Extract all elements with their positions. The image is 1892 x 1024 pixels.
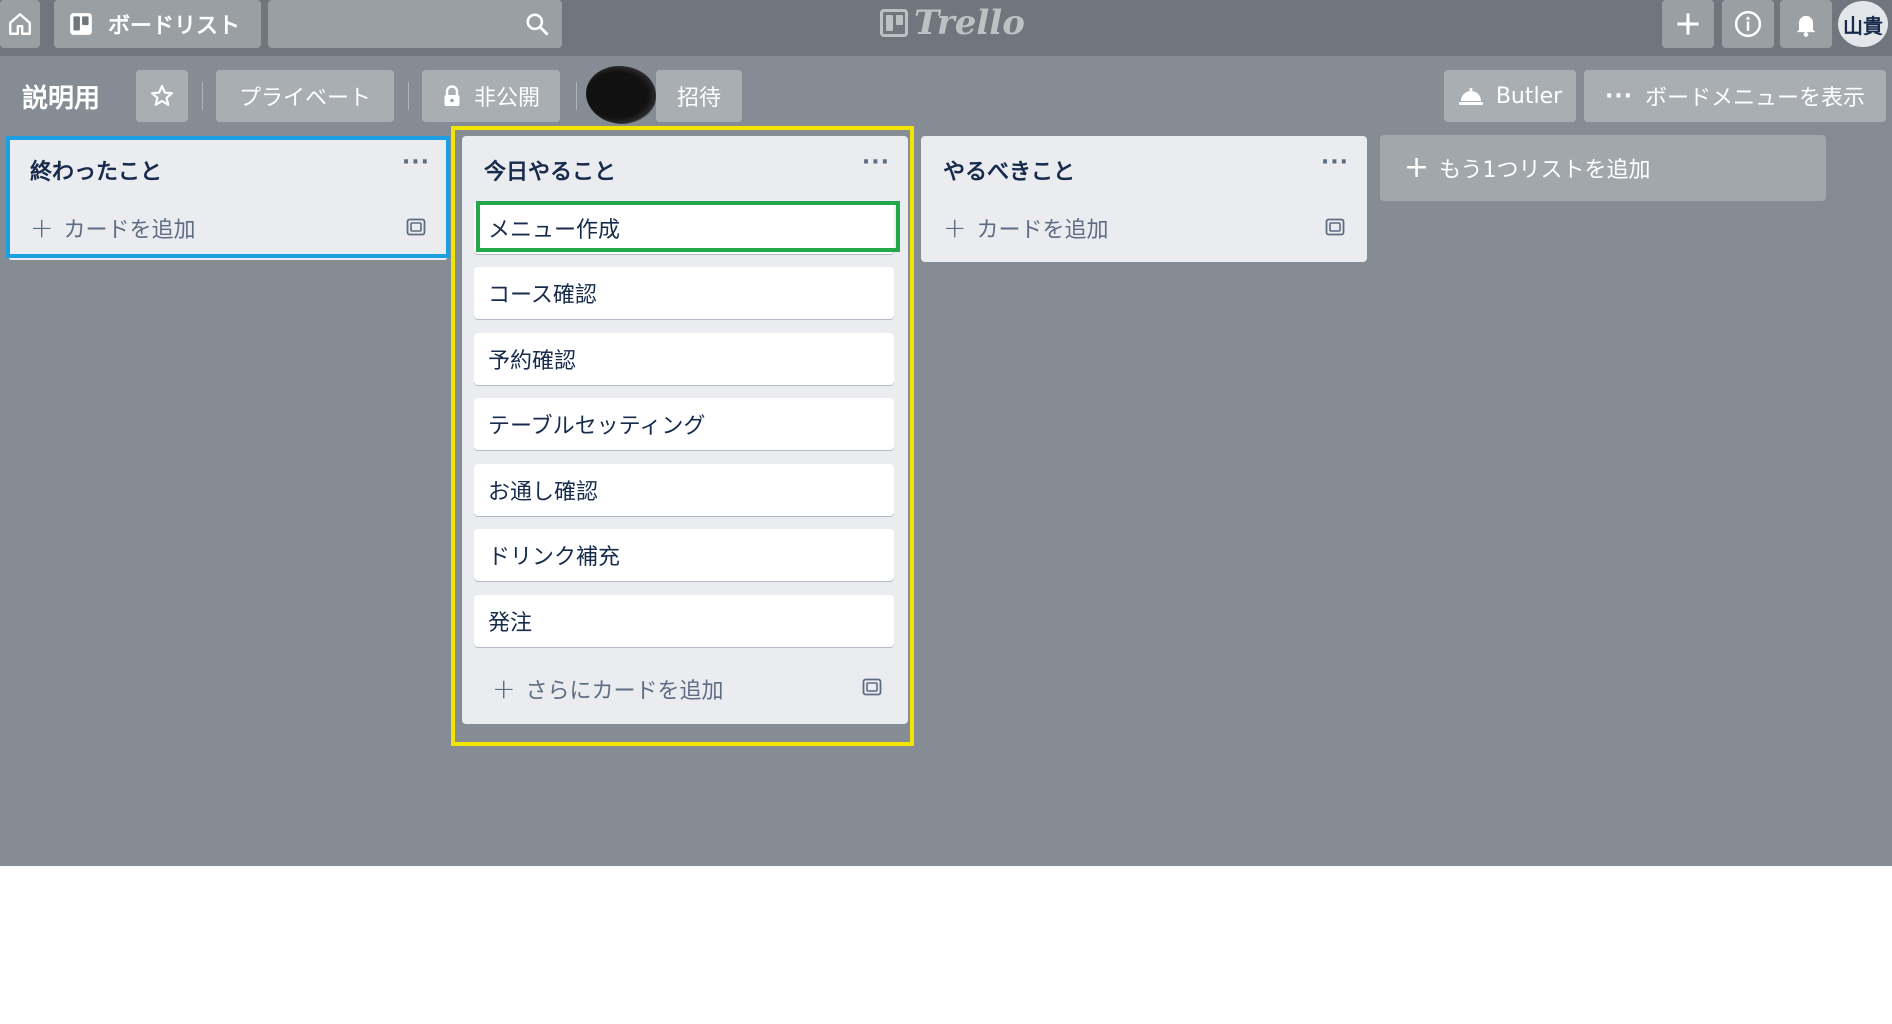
card-item[interactable]: テーブルセッティング bbox=[474, 398, 894, 450]
card-template-icon[interactable] bbox=[406, 218, 426, 236]
card-item[interactable]: ドリンク補充 bbox=[474, 529, 894, 581]
header-divider bbox=[408, 82, 409, 110]
card-template-icon[interactable] bbox=[862, 678, 882, 696]
card-item[interactable]: メニュー作成 bbox=[474, 202, 894, 254]
add-card-button[interactable]: + カードを追加 bbox=[943, 212, 1108, 244]
info-button[interactable] bbox=[1722, 0, 1774, 48]
visibility-label: 非公開 bbox=[473, 86, 540, 111]
list-title[interactable]: やるべきこと bbox=[943, 154, 1075, 186]
star-button[interactable] bbox=[136, 70, 188, 122]
visibility-button[interactable]: 非公開 bbox=[422, 70, 560, 122]
list-done[interactable]: 終わったこと ··· + カードを追加 bbox=[8, 136, 448, 260]
butler-bell-icon bbox=[1458, 88, 1483, 105]
trello-logo-text: Trello bbox=[914, 3, 1025, 43]
plus-icon: + bbox=[492, 672, 516, 705]
info-icon bbox=[1734, 10, 1762, 38]
list-todo[interactable]: やるべきこと ··· + カードを追加 bbox=[921, 136, 1367, 262]
search-input[interactable] bbox=[268, 0, 562, 48]
card-template-icon[interactable] bbox=[1325, 218, 1345, 236]
search-icon bbox=[526, 13, 549, 36]
card-item[interactable]: 予約確認 bbox=[474, 333, 894, 385]
header-divider bbox=[202, 82, 203, 110]
add-list-button[interactable]: + もう1つリストを追加 bbox=[1380, 135, 1826, 201]
star-icon bbox=[150, 84, 174, 106]
board-list-button[interactable]: ボードリスト bbox=[54, 0, 261, 48]
bell-icon bbox=[1796, 15, 1816, 37]
home-icon bbox=[9, 13, 31, 35]
add-card-label: さらにカードを追加 bbox=[525, 679, 724, 704]
butler-button[interactable]: Butler bbox=[1444, 70, 1576, 122]
list-menu-icon[interactable]: ··· bbox=[862, 150, 890, 175]
butler-label: Butler bbox=[1495, 83, 1563, 109]
plus-icon: + bbox=[943, 211, 967, 244]
invite-button[interactable]: 招待 bbox=[656, 70, 742, 122]
add-more-card-button[interactable]: + さらにカードを追加 bbox=[492, 673, 723, 705]
plus-icon: + bbox=[30, 211, 54, 244]
plus-icon bbox=[1677, 13, 1699, 35]
list-menu-icon[interactable]: ··· bbox=[1321, 150, 1349, 175]
show-menu-label: ボードメニューを表示 bbox=[1645, 86, 1866, 111]
create-button[interactable] bbox=[1662, 0, 1714, 48]
board-list-label: ボードリスト bbox=[108, 14, 241, 39]
trello-logo[interactable]: Trello bbox=[880, 0, 1025, 46]
home-button[interactable] bbox=[0, 0, 40, 48]
board-title[interactable]: 説明用 bbox=[22, 74, 100, 118]
lock-icon bbox=[444, 85, 460, 106]
add-list-label: もう1つリストを追加 bbox=[1439, 158, 1651, 183]
show-menu-button[interactable]: ··· ボードメニューを表示 bbox=[1584, 70, 1886, 122]
notifications-button[interactable] bbox=[1780, 0, 1832, 48]
trello-board-app: ボードリスト Trello 山貴 説明用 プライベート 非公開 招待 Butle… bbox=[0, 0, 1892, 866]
header-divider bbox=[576, 82, 577, 110]
top-bar: ボードリスト Trello 山貴 bbox=[0, 0, 1892, 56]
list-menu-icon[interactable]: ··· bbox=[402, 150, 430, 175]
add-card-label: カードを追加 bbox=[976, 218, 1109, 243]
trello-logo-icon bbox=[880, 9, 908, 37]
card-item[interactable]: 発注 bbox=[474, 595, 894, 647]
card-item[interactable]: お通し確認 bbox=[474, 464, 894, 516]
member-avatar[interactable]: 山貴 bbox=[1838, 1, 1888, 47]
card-item[interactable]: コース確認 bbox=[474, 267, 894, 319]
list-title[interactable]: 終わったこと bbox=[30, 154, 162, 186]
privacy-button[interactable]: プライベート bbox=[216, 70, 394, 122]
list-title[interactable]: 今日やること bbox=[484, 154, 616, 186]
plus-icon: + bbox=[1404, 150, 1430, 185]
more-icon: ··· bbox=[1604, 83, 1634, 109]
board-icon bbox=[70, 13, 92, 35]
add-card-button[interactable]: + カードを追加 bbox=[30, 212, 195, 244]
add-card-label: カードを追加 bbox=[63, 218, 196, 243]
member-avatar-redacted[interactable] bbox=[586, 66, 656, 124]
